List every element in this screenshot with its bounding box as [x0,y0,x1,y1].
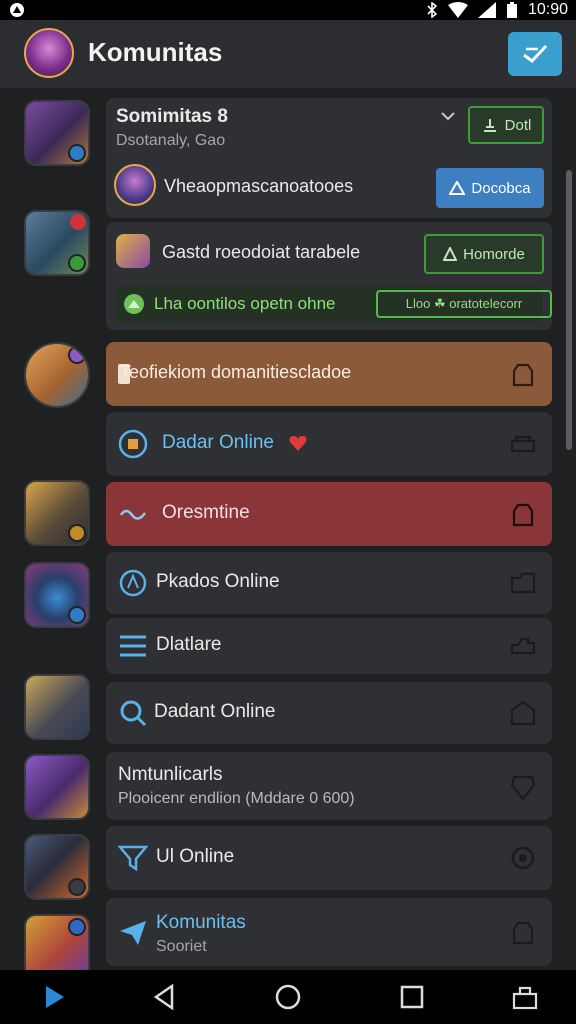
bookmark-icon [483,119,496,132]
community-rail [0,88,100,980]
online-chip[interactable]: Lloo ☘ oratotelecorr [376,290,552,318]
community-action-button[interactable]: Dotl [468,106,544,144]
list-item-label: Pkados Online [156,571,280,592]
online-banner-text: Lha oontilos opetn ohne [154,294,336,313]
member-action-label: Docobca [471,179,531,197]
list-item-label: Oresmtine [162,502,250,523]
app-bar: Komunitas [0,20,576,89]
member-avatar[interactable] [114,164,156,206]
navigation-bar [0,970,576,1024]
list-item[interactable]: Oresmtine [106,482,552,546]
list-item-label: Dlatlare [156,634,222,655]
back-nav-icon[interactable] [150,982,180,1012]
badge-icon [68,254,86,272]
invite-card: Gastd roeodoiat tarabele Homorde Lha oon… [106,222,552,330]
list-item[interactable]: Komunitas Sooriet [106,898,552,966]
list-item-sub: Plooicenr endlion (Mddare 0 600) [118,790,355,807]
list-item[interactable]: Nmtunlicarls Plooicenr endlion (Mddare 0… [106,752,552,820]
cloud-icon[interactable] [508,631,538,661]
compose-icon [523,44,548,64]
accessibility-icon[interactable] [510,982,540,1012]
community-icon-7[interactable] [24,754,90,820]
play-store-icon[interactable] [40,982,70,1012]
online-status-icon [124,294,144,314]
community-icon-1[interactable] [24,100,90,166]
page-title: Komunitas [88,37,223,67]
list-item[interactable]: Teofiekiom domanitiescladoe [106,342,552,406]
online-icon [118,429,148,459]
scrollbar[interactable] [566,170,572,450]
link-icon [119,509,147,520]
wifi-icon [447,2,468,18]
lock-icon[interactable] [508,499,538,529]
badge-icon [68,918,86,936]
badge-icon [68,606,86,624]
warning-icon [449,181,466,195]
online-banner: Lha oontilos opetn ohne Lloo ☘ oratotele… [116,286,552,322]
bluetooth-icon [427,2,438,18]
community-icon-5[interactable] [24,562,90,628]
community-action-label: Dotl [504,116,532,134]
community-icon-6[interactable] [24,674,90,740]
home-icon[interactable] [508,698,538,728]
lock-icon[interactable] [508,359,538,389]
alert-icon [443,247,458,261]
list-item-label: Nmtunlicarls [118,764,223,785]
battery-icon [506,2,517,18]
gear-icon[interactable] [508,843,538,873]
status-bar: 10:90 [0,0,576,20]
notification-dot-icon [70,214,86,230]
community-icon-8[interactable] [24,834,90,900]
badge-icon [68,524,86,542]
heart-icon [289,436,307,451]
list-item-label: Teofiekiom domanitiescladoe [120,362,352,382]
settings-icon [119,569,147,597]
list-item-label: Ul Online [156,846,235,867]
list-item-label: Dadant Online [154,701,276,722]
invite-avatar-icon [116,234,150,268]
filter-icon [118,845,148,872]
member-status-text: Vheaopmascanoatooes [164,176,354,196]
search-icon [120,700,147,727]
list-item[interactable]: Pkados Online [106,552,552,614]
community-subtitle: Dsotanaly, Gao [116,132,226,149]
list-item[interactable]: Dadar Online [106,412,552,476]
chevron-down-icon[interactable] [440,110,456,122]
menu-icon [120,635,146,657]
signal-icon [477,2,496,18]
list-item[interactable]: Ul Online [106,826,552,890]
lock-icon[interactable] [508,917,538,947]
community-header-card: Somimitas 8 Dsotanaly, Gao Dotl Vheaopma… [106,98,552,218]
community-icon-2[interactable] [24,210,90,276]
invite-text: Gastd roeodoiat tarabele [162,242,361,262]
invite-button[interactable]: Homorde [424,234,544,274]
member-action-button[interactable]: Docobca [436,168,544,208]
list-item-sub: Sooriet [156,938,207,955]
shield-icon[interactable] [508,771,538,801]
online-chip-label: Lloo ☘ oratotelecorr [405,296,523,311]
chat-icon[interactable] [508,429,538,459]
list-item-label: Komunitas [156,912,246,933]
list-item-label: Dadar Online [162,432,274,453]
status-time: 10:90 [527,1,568,18]
home-nav-icon[interactable] [273,982,303,1012]
profile-avatar[interactable] [24,28,74,78]
recents-nav-icon[interactable] [397,982,427,1012]
compose-button[interactable] [508,32,562,76]
list-item[interactable]: Dlatlare [106,618,552,674]
send-icon [120,921,146,945]
badge-icon [68,878,86,896]
badge-icon [68,144,86,162]
community-icon-3[interactable] [24,342,90,408]
folder-icon[interactable] [508,568,538,598]
community-name: Somimitas 8 [116,106,228,127]
badge-icon [68,346,86,364]
invite-button-label: Homorde [463,245,525,263]
community-icon-4[interactable] [24,480,90,546]
list-item[interactable]: Dadant Online [106,682,552,744]
app-notification-icon [10,3,24,17]
